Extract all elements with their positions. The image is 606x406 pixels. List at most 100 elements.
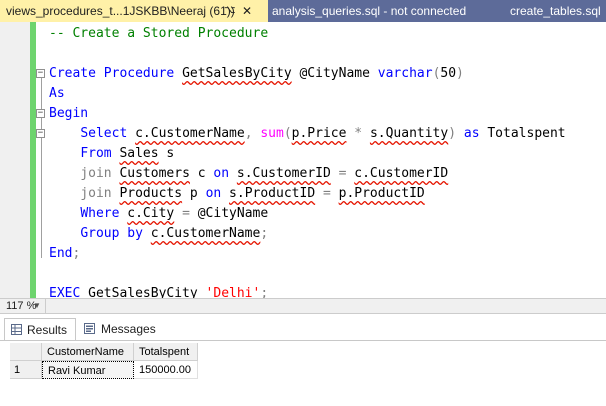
code-token: Customers [119, 166, 190, 181]
code-token: 'Delhi' [205, 286, 261, 298]
code-token: , [244, 126, 261, 141]
grid-cell[interactable]: Ravi Kumar [42, 361, 134, 379]
code-line[interactable]: -- Create a Stored Procedure [49, 24, 268, 44]
tab-views-procedures[interactable]: views_procedures_t...1JSKBB\Neeraj (61))… [0, 0, 268, 22]
code-token: join [80, 166, 112, 181]
zoom-level: 117 % [6, 300, 37, 312]
code-token: Products [119, 186, 183, 201]
tab-messages-label: Messages [101, 322, 156, 336]
code-token: p.Price [291, 126, 347, 141]
code-token: -- Create a Stored Procedure [49, 26, 269, 41]
code-token: Select [80, 126, 128, 141]
tab-analysis-queries[interactable]: analysis_queries.sql - not connected [272, 0, 466, 22]
code-token: EXEC [49, 286, 81, 298]
code-token: join [80, 186, 112, 201]
code-token: c.CustomerName [135, 126, 245, 141]
query-editor[interactable]: -- Create a Stored Procedure Create Proce… [0, 22, 606, 298]
code-line[interactable]: Create Procedure GetSalesByCity @CityNam… [49, 64, 464, 84]
code-token: From [80, 146, 112, 161]
grid-cell[interactable]: 150000.00 [134, 361, 198, 379]
code-token: p [182, 186, 206, 201]
code-token: Group by [80, 226, 143, 241]
code-token: s [158, 146, 175, 161]
code-token: GetSalesByCity [88, 286, 198, 298]
code-token: sum [260, 126, 284, 141]
code-line[interactable]: EXEC GetSalesByCity 'Delhi'; [49, 284, 268, 298]
code-token: p.ProductID [338, 186, 425, 201]
chevron-down-icon: ▼ [33, 301, 41, 310]
code-line[interactable]: From Sales s [49, 144, 174, 164]
column-header[interactable]: Totalspent [134, 343, 198, 361]
code-token: on [213, 166, 230, 181]
code-token: as [463, 126, 480, 141]
code-token: Where [80, 206, 120, 221]
tab-messages[interactable]: Messages [80, 318, 160, 340]
document-tab-strip: views_procedures_t...1JSKBB\Neeraj (61))… [0, 0, 606, 22]
code-token: ; [260, 286, 269, 298]
code-token: c [189, 166, 214, 181]
code-token: End [49, 246, 73, 261]
code-token: ; [72, 246, 81, 261]
grid-icon [11, 324, 22, 335]
code-token: s.ProductID [229, 186, 316, 201]
pin-icon[interactable]: ⌥ [224, 0, 236, 22]
outline-guide [41, 78, 42, 258]
column-header[interactable]: CustomerName [42, 343, 134, 361]
code-line[interactable]: join Products p on s.ProductID = p.Produ… [49, 184, 425, 204]
code-token: c.CustomerName [150, 226, 261, 241]
code-token: c.City [127, 206, 175, 221]
code-line[interactable]: Where c.City = @CityName [49, 204, 268, 224]
code-token: = [315, 186, 339, 201]
code-token: 50 [440, 66, 457, 81]
tab-label: create_tables.sql [510, 4, 601, 18]
code-token: Procedure [103, 66, 175, 81]
code-line[interactable]: As [49, 84, 65, 104]
close-icon[interactable]: ✕ [242, 0, 252, 22]
tab-results[interactable]: Results [4, 318, 76, 340]
code-token: GetSalesByCity [182, 66, 292, 81]
zoom-select[interactable]: 117 % ▼ [0, 299, 46, 313]
code-token: Begin [49, 106, 89, 121]
collapse-icon[interactable]: − [36, 129, 45, 138]
collapse-icon[interactable]: − [36, 69, 45, 78]
messages-icon [84, 323, 95, 334]
code-token: Create [49, 66, 96, 81]
code-token: As [49, 86, 65, 101]
code-token: ( [283, 126, 292, 141]
code-line[interactable]: join Customers c on s.CustomerID = c.Cus… [49, 164, 448, 184]
row-number[interactable]: 1 [10, 361, 42, 379]
code-line[interactable]: Select c.CustomerName, sum(p.Price * s.Q… [49, 124, 565, 144]
code-line[interactable]: End; [49, 244, 80, 264]
tab-create-tables[interactable]: create_tables.sql [510, 0, 601, 22]
code-token: @CityName [197, 206, 269, 221]
change-tracking-bar [30, 22, 36, 298]
code-token: ) [456, 66, 464, 81]
code-token: * [346, 126, 370, 141]
code-token: on [205, 186, 222, 201]
results-grid-area: CustomerName Totalspent 1 Ravi Kumar 150… [0, 340, 606, 406]
code-line[interactable]: Begin [49, 104, 88, 124]
code-token: s.Quantity [369, 126, 449, 141]
code-token: @CityName [299, 66, 370, 81]
code-token: Sales [119, 146, 159, 161]
code-token: ) [448, 126, 464, 141]
tab-results-label: Results [27, 323, 68, 337]
results-tab-strip: Results Messages [0, 318, 606, 340]
code-line[interactable]: Group by c.CustomerName; [49, 224, 268, 244]
code-token: s.CustomerID [236, 166, 331, 181]
grid-corner[interactable] [10, 343, 42, 361]
editor-gutter [0, 22, 33, 298]
collapse-icon[interactable]: − [36, 109, 45, 118]
